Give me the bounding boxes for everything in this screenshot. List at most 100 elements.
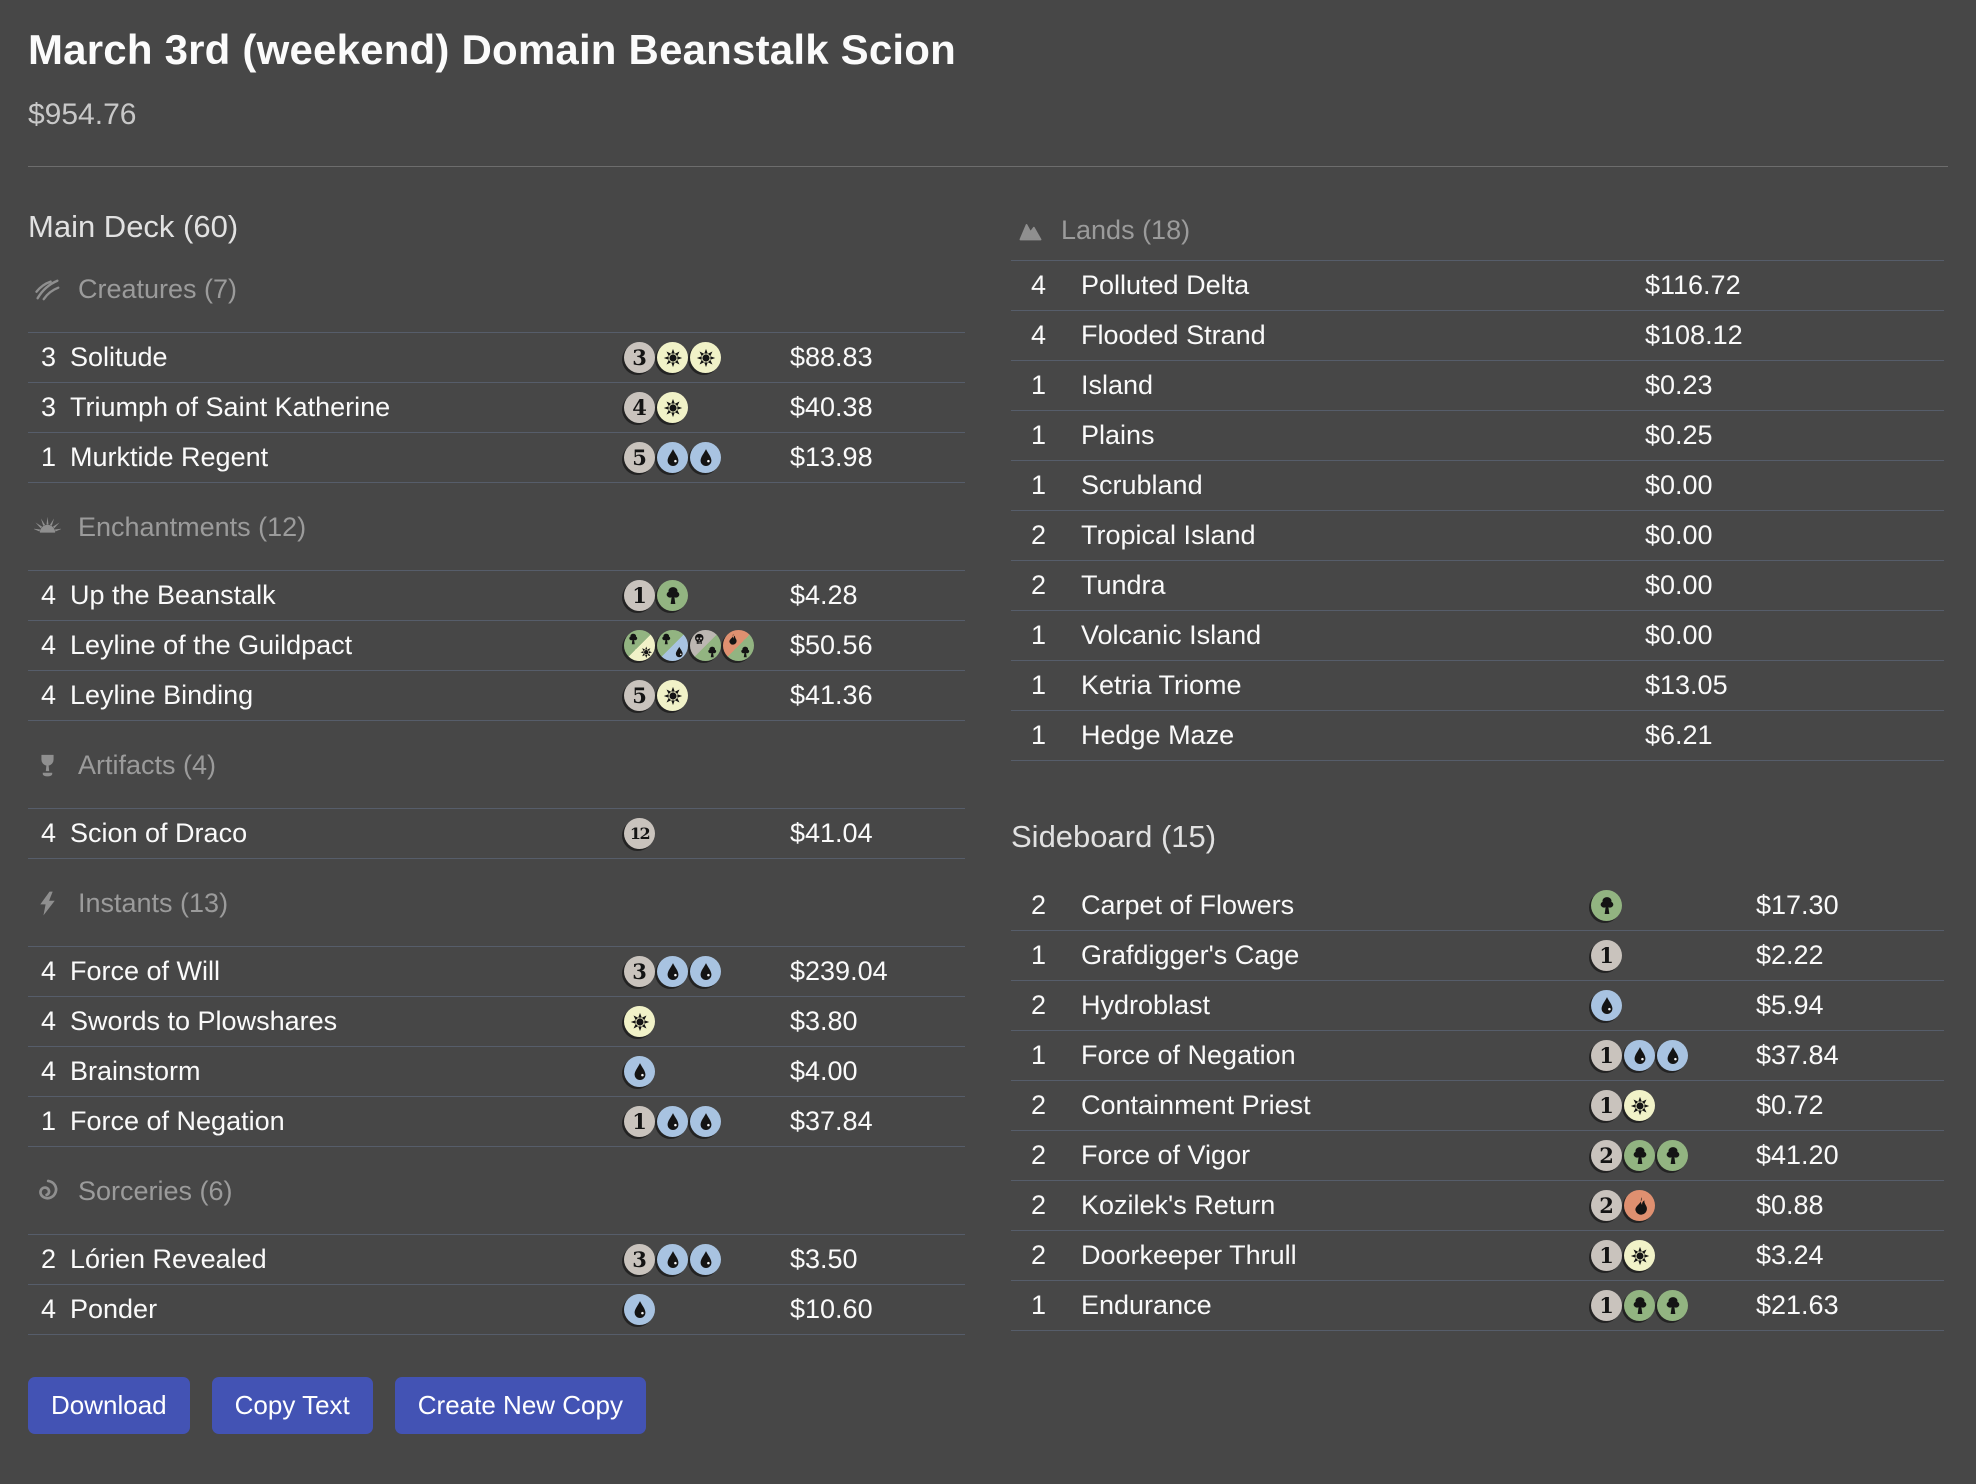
card-price: $0.00 [1645, 620, 1944, 651]
main-deck-sections: Creatures (7)3Solitude3$88.833Triumph of… [28, 245, 965, 1335]
mana-generic-number: 4 [632, 397, 647, 418]
mana-cost: 1 [1591, 1290, 1756, 1321]
mana-u-icon [657, 956, 688, 987]
card-rows: 2Lórien Revealed3$3.504Ponder$10.60 [28, 1234, 965, 1335]
mana-generic-number: 1 [1599, 945, 1614, 966]
card-row[interactable]: 2Containment Priest1$0.72 [1011, 1081, 1944, 1131]
card-row[interactable]: 1Island$0.23 [1011, 361, 1944, 411]
card-qty: 2 [1031, 890, 1081, 921]
card-qty: 4 [41, 680, 70, 711]
card-row[interactable]: 1Plains$0.25 [1011, 411, 1944, 461]
sunrise-icon [34, 514, 61, 541]
mana-3-icon: 3 [624, 342, 655, 373]
mountain-icon [1017, 217, 1044, 244]
card-row[interactable]: 1Hedge Maze$6.21 [1011, 711, 1944, 761]
section-label: Artifacts (4) [78, 750, 216, 781]
card-name: Tundra [1081, 570, 1645, 601]
card-row[interactable]: 3Triumph of Saint Katherine4$40.38 [28, 383, 965, 433]
deck-page: March 3rd (weekend) Domain Beanstalk Sci… [0, 0, 1976, 1484]
card-row[interactable]: 1Ketria Triome$13.05 [1011, 661, 1944, 711]
card-row[interactable]: 1Endurance1$21.63 [1011, 1281, 1944, 1331]
deck-section: Instants (13)4Force of Will3$239.044Swor… [28, 859, 965, 1147]
card-price: $0.00 [1645, 470, 1944, 501]
mana-generic-number: 1 [1599, 1245, 1614, 1266]
card-row[interactable]: 1Murktide Regent5$13.98 [28, 433, 965, 483]
card-qty: 1 [41, 442, 70, 473]
card-name: Scrubland [1081, 470, 1645, 501]
mana-1-icon: 1 [624, 580, 655, 611]
card-row[interactable]: 1Volcanic Island$0.00 [1011, 611, 1944, 661]
card-row[interactable]: 2Lórien Revealed3$3.50 [28, 1235, 965, 1285]
card-row[interactable]: 4Leyline Binding5$41.36 [28, 671, 965, 721]
card-row[interactable]: 4Up the Beanstalk1$4.28 [28, 571, 965, 621]
card-row[interactable]: 2Tundra$0.00 [1011, 561, 1944, 611]
card-rows: 4Force of Will3$239.044Swords to Plowsha… [28, 946, 965, 1147]
card-qty: 2 [1031, 1090, 1081, 1121]
card-row[interactable]: 2Carpet of Flowers$17.30 [1011, 881, 1944, 931]
mana-g-icon [1624, 1290, 1655, 1321]
mana-generic-number: 12 [630, 826, 649, 842]
card-price: $116.72 [1645, 270, 1944, 301]
card-row[interactable]: 2Doorkeeper Thrull1$3.24 [1011, 1231, 1944, 1281]
mana-b-g-icon [690, 630, 721, 661]
card-row[interactable]: 1Scrubland$0.00 [1011, 461, 1944, 511]
header-divider [28, 166, 1948, 167]
mana-g-icon [1657, 1290, 1688, 1321]
download-button[interactable]: Download [28, 1377, 190, 1434]
card-name: Swords to Plowshares [70, 1006, 624, 1037]
card-row[interactable]: 1Force of Negation1$37.84 [28, 1097, 965, 1147]
mana-u-icon [690, 1244, 721, 1275]
card-row[interactable]: 4Swords to Plowshares$3.80 [28, 997, 965, 1047]
card-name: Volcanic Island [1081, 620, 1645, 651]
card-rows: 4Up the Beanstalk1$4.284Leyline of the G… [28, 570, 965, 721]
deck-section: Sorceries (6)2Lórien Revealed3$3.504Pond… [28, 1147, 965, 1335]
card-price: $37.84 [1756, 1040, 1944, 1071]
card-row[interactable]: 2Force of Vigor2$41.20 [1011, 1131, 1944, 1181]
mana-cost: 1 [1591, 1040, 1756, 1071]
card-price: $50.56 [790, 630, 965, 661]
card-qty: 1 [1031, 620, 1081, 651]
card-row[interactable]: 4Polluted Delta$116.72 [1011, 261, 1944, 311]
card-price: $5.94 [1756, 990, 1944, 1021]
card-row[interactable]: 4Scion of Draco12$41.04 [28, 809, 965, 859]
card-row[interactable]: 2Hydroblast$5.94 [1011, 981, 1944, 1031]
card-price: $0.72 [1756, 1090, 1944, 1121]
card-row[interactable]: 4Leyline of the Guildpact$50.56 [28, 621, 965, 671]
card-row[interactable]: 4Flooded Strand$108.12 [1011, 311, 1944, 361]
section-header: Lands (18) [1011, 215, 1944, 260]
card-name: Triumph of Saint Katherine [70, 392, 624, 423]
sideboard-rows: 2Carpet of Flowers$17.301Grafdigger's Ca… [1011, 881, 1944, 1331]
mana-cost: 2 [1591, 1190, 1756, 1221]
mana-generic-number: 2 [1599, 1145, 1614, 1166]
mana-generic-number: 5 [632, 685, 647, 706]
copy-text-button[interactable]: Copy Text [212, 1377, 373, 1434]
mana-u-icon [624, 1294, 655, 1325]
deck-total-price: $954.76 [28, 98, 1948, 132]
card-qty: 4 [1031, 270, 1081, 301]
card-row[interactable]: 3Solitude3$88.83 [28, 333, 965, 383]
create-new-copy-button[interactable]: Create New Copy [395, 1377, 646, 1434]
mana-u-icon [657, 1106, 688, 1137]
card-row[interactable]: 4Ponder$10.60 [28, 1285, 965, 1335]
card-row[interactable]: 4Brainstorm$4.00 [28, 1047, 965, 1097]
mana-cost: 3 [624, 956, 790, 987]
card-row[interactable]: 1Force of Negation1$37.84 [1011, 1031, 1944, 1081]
main-deck-heading: Main Deck (60) [28, 209, 965, 245]
mana-cost [624, 1006, 790, 1037]
section-label: Creatures (7) [78, 274, 237, 305]
card-row[interactable]: 1Grafdigger's Cage1$2.22 [1011, 931, 1944, 981]
mana-2-icon: 2 [1591, 1140, 1622, 1171]
card-row[interactable]: 2Tropical Island$0.00 [1011, 511, 1944, 561]
card-price: $6.21 [1645, 720, 1944, 751]
card-name: Ponder [70, 1294, 624, 1325]
mana-1-icon: 1 [1591, 1290, 1622, 1321]
mana-generic-number: 1 [632, 1111, 647, 1132]
mana-1-icon: 1 [1591, 1040, 1622, 1071]
card-row[interactable]: 2Kozilek's Return2$0.88 [1011, 1181, 1944, 1231]
card-price: $0.25 [1645, 420, 1944, 451]
mana-g-icon [1624, 1140, 1655, 1171]
card-name: Tropical Island [1081, 520, 1645, 551]
card-name: Brainstorm [70, 1056, 624, 1087]
card-row[interactable]: 4Force of Will3$239.04 [28, 947, 965, 997]
card-rows: 3Solitude3$88.833Triumph of Saint Kather… [28, 332, 965, 483]
